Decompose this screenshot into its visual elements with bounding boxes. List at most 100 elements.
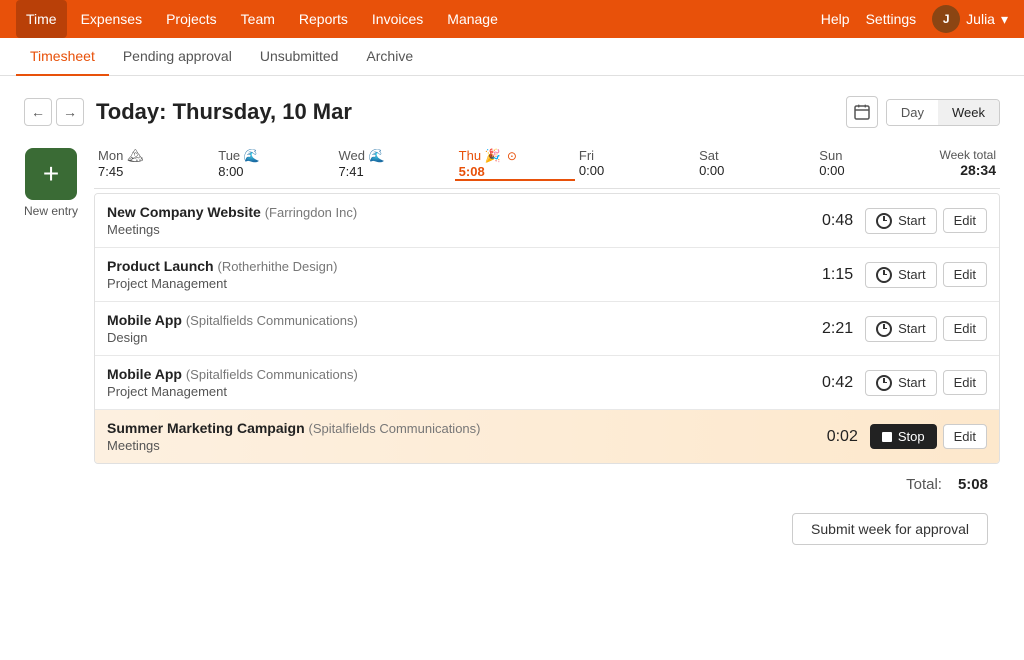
day-col-fri: Fri 0:00 (575, 148, 695, 180)
clock-icon (876, 375, 892, 391)
day-col-thu: Thu 🎉 ⊙ 5:08 (455, 148, 575, 181)
tab-pending-approval[interactable]: Pending approval (109, 38, 246, 76)
entry-duration: 2:21 (805, 320, 853, 338)
day-name-tue: Tue 🌊 (218, 148, 260, 164)
tab-unsubmitted[interactable]: Unsubmitted (246, 38, 353, 76)
nav-team[interactable]: Team (231, 0, 285, 38)
nav-invoices[interactable]: Invoices (362, 0, 433, 38)
user-menu[interactable]: J Julia ▾ (932, 5, 1008, 33)
day-name-mon: Mon 🏔 (98, 148, 143, 164)
nav-manage[interactable]: Manage (437, 0, 508, 38)
day-name-sun: Sun (819, 148, 842, 163)
edit-button[interactable]: Edit (943, 208, 987, 233)
clock-icon (876, 321, 892, 337)
day-time-fri: 0:00 (579, 163, 604, 178)
main-content: ← → Today: Thursday, 10 Mar Day Week (0, 76, 1024, 569)
entry-task: Design (107, 330, 805, 345)
entry-task: Meetings (107, 438, 810, 453)
day-view-button[interactable]: Day (887, 100, 938, 125)
nav-right: Help Settings J Julia ▾ (821, 5, 1008, 33)
clock-icon (876, 267, 892, 283)
entry-project: New Company Website (Farringdon Inc) (107, 204, 805, 220)
user-name: Julia (966, 11, 995, 27)
week-total: Week total 28:34 (936, 148, 1001, 180)
day-name-thu: Thu 🎉 ⊙ (459, 148, 517, 164)
day-time-mon: 7:45 (98, 164, 123, 179)
start-button[interactable]: Start (865, 208, 936, 234)
week-total-value: 28:34 (940, 162, 997, 178)
edit-button[interactable]: Edit (943, 262, 987, 287)
entry-project: Mobile App (Spitalfields Communications) (107, 312, 805, 328)
entry-task: Project Management (107, 384, 805, 399)
day-col-tue: Tue 🌊 8:00 (214, 148, 334, 180)
edit-button[interactable]: Edit (943, 424, 987, 449)
entry-row: Product Launch (Rotherhithe Design) Proj… (95, 248, 999, 302)
start-label: Start (898, 267, 925, 282)
day-col-wed: Wed 🌊 7:41 (334, 148, 454, 180)
day-time-wed: 7:41 (338, 164, 363, 179)
nav-reports[interactable]: Reports (289, 0, 358, 38)
start-button[interactable]: Start (865, 262, 936, 288)
entry-actions: Start Edit (865, 208, 987, 234)
stop-label: Stop (898, 429, 925, 444)
entry-duration: 0:02 (810, 428, 858, 446)
day-time-sat: 0:00 (699, 163, 724, 178)
timesheet-header: ← → Today: Thursday, 10 Mar Day Week (24, 96, 1000, 128)
view-toggle: Day Week (886, 99, 1000, 126)
entry-project: Product Launch (Rotherhithe Design) (107, 258, 805, 274)
today-prefix: Today: (96, 99, 166, 124)
nav-expenses[interactable]: Expenses (71, 0, 152, 38)
new-entry-label: New entry (24, 204, 78, 218)
start-label: Start (898, 321, 925, 336)
entry-row-running: Summer Marketing Campaign (Spitalfields … (95, 410, 999, 463)
next-week-button[interactable]: → (56, 98, 84, 126)
entry-duration: 0:42 (805, 374, 853, 392)
entries-list: New Company Website (Farringdon Inc) Mee… (94, 193, 1000, 464)
new-entry-column: + New entry (24, 148, 78, 549)
calendar-button[interactable] (846, 96, 878, 128)
day-name-wed: Wed 🌊 (338, 148, 384, 164)
entry-client: (Rotherhithe Design) (217, 259, 337, 274)
entry-info: Summer Marketing Campaign (Spitalfields … (107, 420, 810, 453)
entry-row: Mobile App (Spitalfields Communications)… (95, 356, 999, 410)
totals-label: Total: (906, 476, 942, 493)
day-col-mon: Mon 🏔 7:45 (94, 148, 214, 180)
stop-button[interactable]: Stop (870, 424, 937, 449)
avatar: J (932, 5, 960, 33)
help-link[interactable]: Help (821, 11, 850, 27)
totals-row: Total: 5:08 (94, 464, 1000, 497)
nav-projects[interactable]: Projects (156, 0, 227, 38)
clock-icon (876, 213, 892, 229)
entry-client: (Spitalfields Communications) (186, 367, 358, 382)
entry-duration: 0:48 (805, 212, 853, 230)
edit-button[interactable]: Edit (943, 370, 987, 395)
week-total-label: Week total (940, 148, 997, 162)
entry-project: Summer Marketing Campaign (Spitalfields … (107, 420, 810, 436)
nav-time[interactable]: Time (16, 0, 67, 38)
current-date: Today: Thursday, 10 Mar (96, 99, 352, 125)
entry-client: (Spitalfields Communications) (309, 421, 481, 436)
timesheet-main: Mon 🏔 7:45 Tue 🌊 8:00 Wed 🌊 7:41 Thu 🎉 ⊙… (94, 148, 1000, 549)
content-area: + New entry Mon 🏔 7:45 Tue 🌊 8:00 Wed 🌊 … (24, 148, 1000, 549)
entry-project: Mobile App (Spitalfields Communications) (107, 366, 805, 382)
tab-archive[interactable]: Archive (352, 38, 427, 76)
entry-row: New Company Website (Farringdon Inc) Mee… (95, 194, 999, 248)
new-entry-button[interactable]: + (25, 148, 77, 200)
start-button[interactable]: Start (865, 316, 936, 342)
settings-link[interactable]: Settings (866, 11, 917, 27)
day-name-fri: Fri (579, 148, 594, 163)
start-button[interactable]: Start (865, 370, 936, 396)
prev-week-button[interactable]: ← (24, 98, 52, 126)
day-time-tue: 8:00 (218, 164, 243, 179)
entry-client: (Spitalfields Communications) (186, 313, 358, 328)
tab-timesheet[interactable]: Timesheet (16, 38, 109, 76)
day-col-sat: Sat 0:00 (695, 148, 815, 180)
week-view-button[interactable]: Week (938, 100, 999, 125)
submit-week-button[interactable]: Submit week for approval (792, 513, 988, 545)
week-navigation: ← → (24, 98, 84, 126)
calendar-icon (854, 104, 870, 120)
entry-actions: Start Edit (865, 262, 987, 288)
day-col-sun: Sun 0:00 (815, 148, 935, 180)
entry-task: Meetings (107, 222, 805, 237)
edit-button[interactable]: Edit (943, 316, 987, 341)
